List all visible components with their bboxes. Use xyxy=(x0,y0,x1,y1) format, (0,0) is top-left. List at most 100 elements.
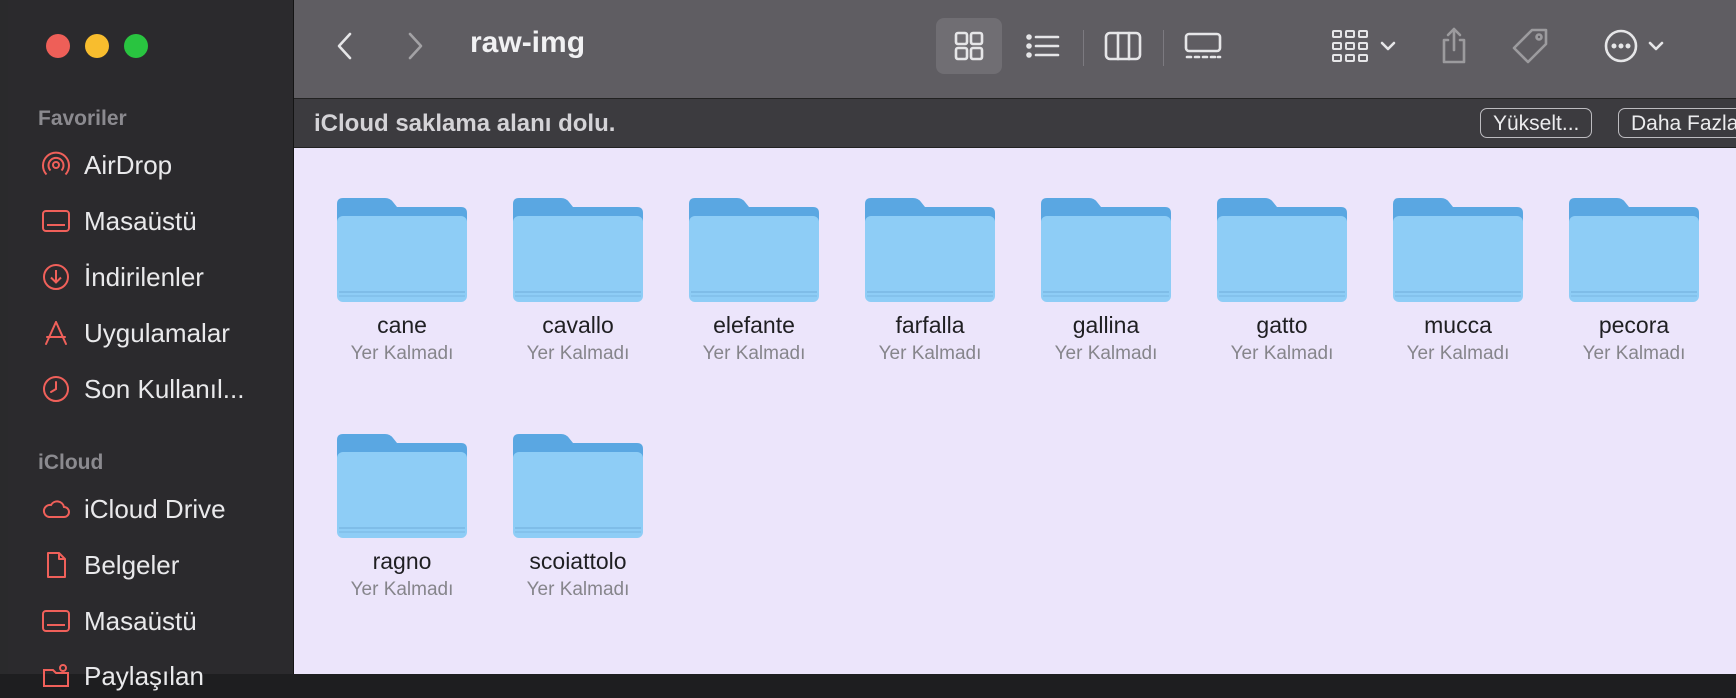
sidebar-item-desktop[interactable]: Masaüstü xyxy=(41,199,197,243)
airdrop-icon xyxy=(41,150,71,180)
folder-icon xyxy=(337,434,467,538)
maximize-window-button[interactable] xyxy=(124,34,148,58)
sidebar-item-label: Uygulamalar xyxy=(84,317,230,348)
icon-view-button[interactable] xyxy=(936,18,1002,74)
sidebar-item-label: Paylaşılan xyxy=(84,660,204,691)
chevron-down-icon xyxy=(1380,41,1396,51)
folder-status: Yer Kalmadı xyxy=(350,343,454,364)
ellipsis-circle-icon xyxy=(1604,29,1638,63)
sidebar-item-label: İndirilenler xyxy=(84,261,204,292)
close-window-button[interactable] xyxy=(46,34,70,58)
folder-status: Yer Kalmadı xyxy=(1582,343,1686,364)
sidebar-item-label: Belgeler xyxy=(84,549,180,580)
sidebar-item-airdrop[interactable]: AirDrop xyxy=(41,143,172,187)
tag-icon xyxy=(1512,28,1548,64)
folder-item[interactable]: elefante Yer Kalmadı xyxy=(679,190,829,365)
folder-item[interactable]: mucca Yer Kalmadı xyxy=(1383,190,1533,365)
folder-status: Yer Kalmadı xyxy=(1406,343,1510,364)
gallery-view-button[interactable] xyxy=(1170,18,1236,74)
folder-name: mucca xyxy=(1424,312,1492,338)
sidebar-section-icloud: iCloud xyxy=(38,451,104,474)
folder-item[interactable]: cane Yer Kalmadı xyxy=(327,190,477,365)
sidebar-item-icloud-desktop[interactable]: Masaüstü xyxy=(41,599,197,643)
folder-name: ragno xyxy=(372,548,432,574)
folder-name: elefante xyxy=(713,312,795,338)
recents-icon xyxy=(41,374,71,404)
sidebar-item-label: iCloud Drive xyxy=(84,493,226,524)
upgrade-button[interactable]: Yükselt... xyxy=(1480,108,1593,138)
more-info-button[interactable]: Daha Fazla xyxy=(1618,108,1736,138)
sidebar: Favoriler AirDrop Masaüstü İndirilenler … xyxy=(8,0,294,691)
folder-status: Yer Kalmadı xyxy=(526,343,630,364)
toolbar-divider xyxy=(1163,30,1164,66)
sidebar-item-icloud-drive[interactable]: iCloud Drive xyxy=(41,487,226,531)
toolbar: raw-img xyxy=(294,0,1736,98)
gallery-view-icon xyxy=(1184,32,1222,59)
sidebar-item-documents[interactable]: Belgeler xyxy=(41,543,179,587)
folder-name: pecora xyxy=(1598,312,1670,338)
folder-item[interactable]: gallina Yer Kalmadı xyxy=(1031,190,1181,365)
list-view-icon xyxy=(1026,34,1060,58)
icloud-icon xyxy=(41,494,71,524)
list-view-button[interactable] xyxy=(1010,18,1076,74)
folder-name: cavallo xyxy=(542,312,614,338)
folder-icon xyxy=(1569,198,1699,302)
folder-status: Yer Kalmadı xyxy=(350,579,454,600)
folder-item[interactable]: pecora Yer Kalmadı xyxy=(1559,190,1709,365)
folder-name: scoiattolo xyxy=(529,548,627,574)
column-view-button[interactable] xyxy=(1090,18,1156,74)
folder-icon xyxy=(1041,198,1171,302)
folder-icon xyxy=(337,198,467,302)
share-icon xyxy=(1442,27,1466,64)
column-view-icon xyxy=(1104,31,1142,61)
background-window-edge xyxy=(0,0,8,674)
sidebar-section-favorites: Favoriler xyxy=(38,107,127,130)
window-title: raw-img xyxy=(470,26,586,59)
folder-item[interactable]: scoiattolo Yer Kalmadı xyxy=(503,426,653,601)
sidebar-item-downloads[interactable]: İndirilenler xyxy=(41,255,204,299)
desktop-icon xyxy=(41,606,71,636)
window-controls xyxy=(46,34,148,58)
folder-status: Yer Kalmadı xyxy=(1054,343,1158,364)
sidebar-item-recents[interactable]: Son Kullanıl... xyxy=(41,367,244,411)
document-icon xyxy=(41,550,71,580)
folder-status: Yer Kalmadı xyxy=(1230,343,1334,364)
sidebar-item-label: Son Kullanıl... xyxy=(84,373,245,404)
group-by-button[interactable] xyxy=(1324,18,1404,74)
folder-status: Yer Kalmadı xyxy=(702,343,806,364)
folder-status: Yer Kalmadı xyxy=(878,343,982,364)
forward-button[interactable] xyxy=(400,28,430,64)
folder-icon xyxy=(513,434,643,538)
banner-message: iCloud saklama alanı dolu. xyxy=(314,110,616,137)
sidebar-item-label: Masaüstü xyxy=(84,605,197,636)
downloads-icon xyxy=(41,262,71,292)
folder-name: cane xyxy=(377,312,427,338)
toolbar-divider xyxy=(1083,30,1084,66)
folder-item[interactable]: cavallo Yer Kalmadı xyxy=(503,190,653,365)
storage-full-banner: iCloud saklama alanı dolu. Yükselt... Da… xyxy=(294,98,1736,148)
chevron-down-icon xyxy=(1648,41,1664,51)
folder-icon xyxy=(1217,198,1347,302)
folder-icon xyxy=(1393,198,1523,302)
folder-item[interactable]: ragno Yer Kalmadı xyxy=(327,426,477,601)
sidebar-item-shared[interactable]: Paylaşılan xyxy=(41,654,204,698)
folder-icon xyxy=(865,198,995,302)
folder-icon xyxy=(689,198,819,302)
folder-status: Yer Kalmadı xyxy=(526,579,630,600)
tags-button[interactable] xyxy=(1506,20,1554,72)
desktop-icon xyxy=(41,206,71,236)
sidebar-item-applications[interactable]: Uygulamalar xyxy=(41,311,230,355)
folder-item[interactable]: farfalla Yer Kalmadı xyxy=(855,190,1005,365)
back-button[interactable] xyxy=(330,28,360,64)
share-button[interactable] xyxy=(1434,20,1474,72)
chevron-right-icon xyxy=(408,32,423,60)
folder-item[interactable]: gatto Yer Kalmadı xyxy=(1207,190,1357,365)
more-actions-button[interactable] xyxy=(1594,18,1674,74)
minimize-window-button[interactable] xyxy=(85,34,109,58)
sidebar-item-label: Masaüstü xyxy=(84,205,197,236)
sidebar-item-label: AirDrop xyxy=(84,149,173,180)
folder-icon xyxy=(513,198,643,302)
folder-name: gallina xyxy=(1072,312,1140,338)
chevron-left-icon xyxy=(337,32,352,60)
grid-view-icon xyxy=(954,31,984,61)
